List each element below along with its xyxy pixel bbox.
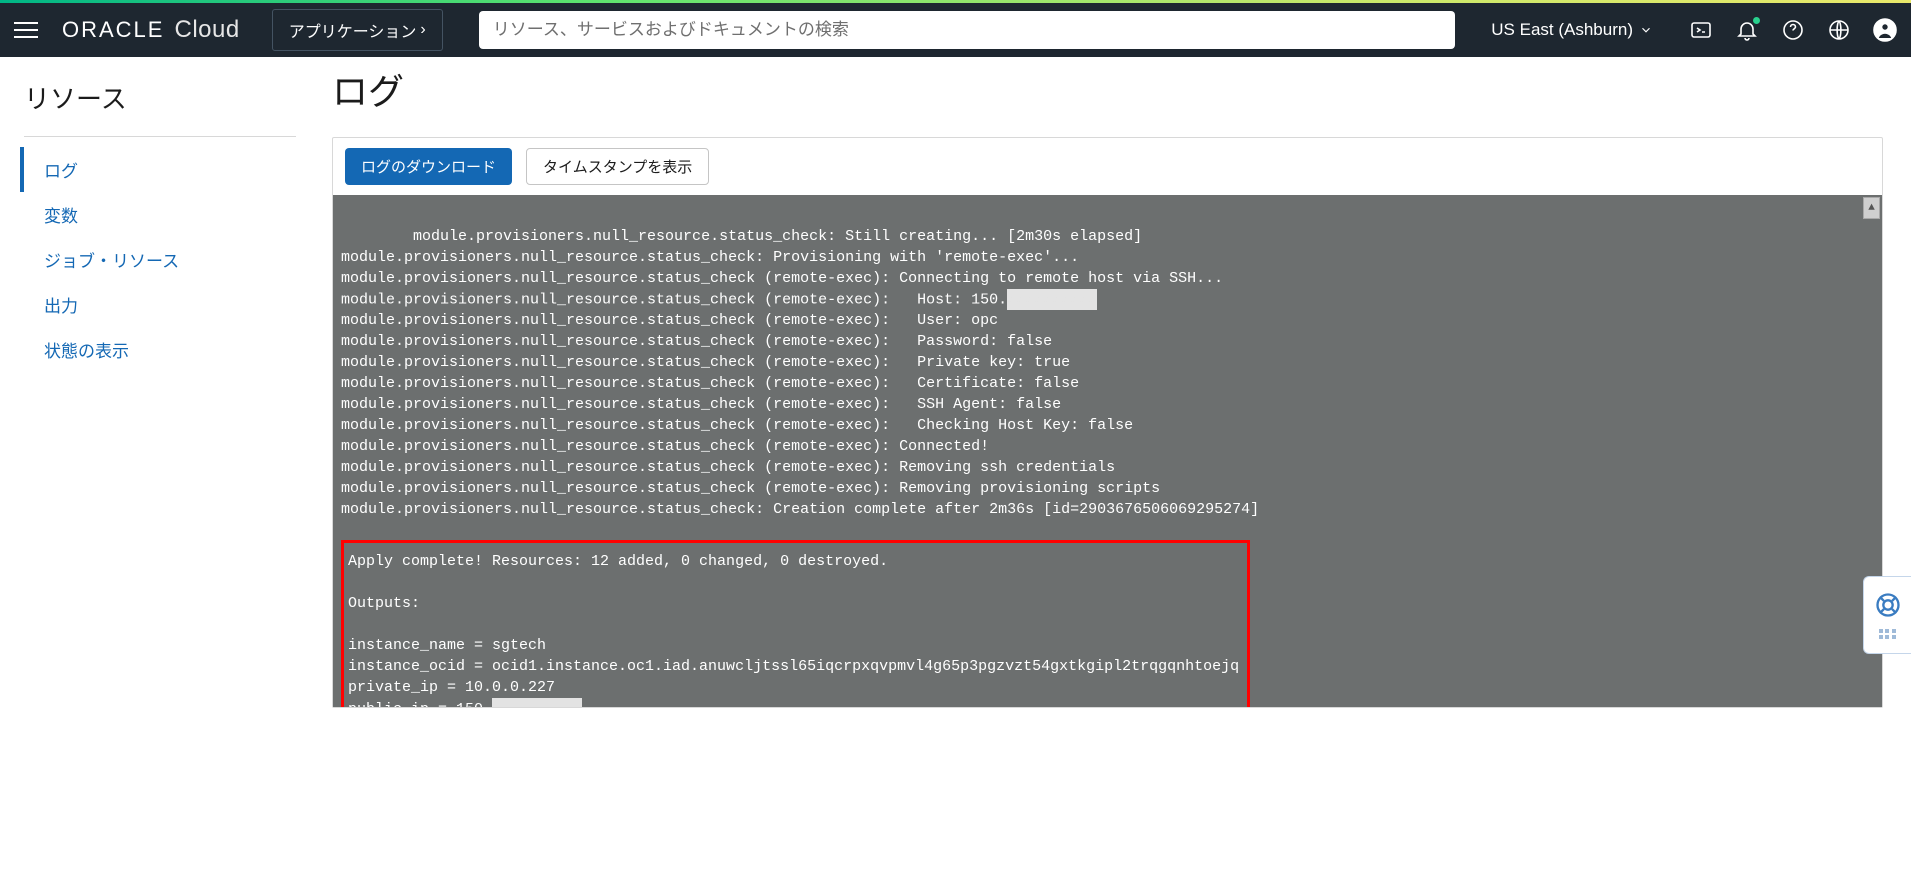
log-line: module.provisioners.null_resource.status… [341, 249, 1079, 266]
output-private-ip: private_ip = 10.0.0.227 [348, 679, 555, 696]
log-line: module.provisioners.null_resource.status… [341, 291, 1007, 308]
log-card: ログのダウンロード タイムスタンプを表示 ▲ module.provisioner… [332, 137, 1883, 708]
brand-text: ORACLE [62, 17, 164, 43]
sidebar-title: リソース [24, 79, 296, 116]
log-line: module.provisioners.null_resource.status… [341, 333, 1052, 350]
cloud-text: Cloud [174, 16, 239, 44]
log-line: module.provisioners.null_resource.status… [341, 438, 989, 455]
log-line: module.provisioners.null_resource.status… [341, 270, 1223, 287]
page-title: ログ [332, 63, 1883, 115]
search-input[interactable] [479, 11, 1456, 49]
outputs-highlight: Apply complete! Resources: 12 added, 0 c… [341, 540, 1250, 707]
sidebar-item-job-resources[interactable]: ジョブ・リソース [24, 237, 296, 282]
cloudshell-icon[interactable] [1689, 18, 1713, 42]
output-instance-name: instance_name = sgtech [348, 637, 546, 654]
profile-icon[interactable] [1873, 18, 1897, 42]
region-selector[interactable]: US East (Ashburn) [1491, 20, 1653, 40]
log-line: module.provisioners.null_resource.status… [341, 480, 1160, 497]
menu-icon[interactable] [14, 15, 44, 45]
log-line: module.provisioners.null_resource.status… [341, 501, 1259, 518]
log-toolbar: ログのダウンロード タイムスタンプを表示 [333, 138, 1882, 195]
lifebuoy-icon [1874, 591, 1902, 619]
sidebar: リソース ログ 変数 ジョブ・リソース 出力 状態の表示 [0, 57, 320, 874]
support-fab[interactable] [1863, 576, 1911, 654]
log-line: module.provisioners.null_resource.status… [341, 312, 998, 329]
apps-grid-icon [1879, 629, 1897, 639]
logo[interactable]: ORACLE Cloud [62, 16, 240, 44]
output-instance-ocid: instance_ocid = ocid1.instance.oc1.iad.a… [348, 658, 1239, 675]
log-line: module.provisioners.null_resource.status… [341, 417, 1133, 434]
sidebar-item-variables[interactable]: 変数 [24, 192, 296, 237]
globe-icon[interactable] [1827, 18, 1851, 42]
chevron-right-icon: › [420, 21, 425, 39]
redacted-ip: xxxxxxxxxx [1007, 289, 1097, 310]
sidebar-item-outputs[interactable]: 出力 [24, 282, 296, 327]
header: ORACLE Cloud アプリケーション › US East (Ashburn… [0, 3, 1911, 57]
applications-button[interactable]: アプリケーション › [272, 9, 443, 51]
show-timestamps-button[interactable]: タイムスタンプを表示 [526, 148, 709, 185]
outputs-label: Outputs: [348, 595, 420, 612]
apply-complete: Apply complete! Resources: 12 added, 0 c… [348, 553, 888, 570]
output-public-ip: public_ip = 150. [348, 701, 492, 707]
main: リソース ログ 変数 ジョブ・リソース 出力 状態の表示 ログ ログのダウンロー… [0, 57, 1911, 874]
log-line: module.provisioners.null_resource.status… [341, 459, 1115, 476]
sidebar-divider [24, 136, 296, 137]
scroll-up-icon[interactable]: ▲ [1863, 197, 1880, 219]
log-line: module.provisioners.null_resource.status… [341, 375, 1079, 392]
header-icons [1689, 18, 1897, 42]
sidebar-item-state[interactable]: 状態の表示 [24, 327, 296, 372]
redacted-ip: xxxxxxxxxx [492, 698, 582, 707]
search-wrap [479, 11, 1456, 49]
chevron-down-icon [1639, 23, 1653, 37]
log-line: module.provisioners.null_resource.status… [341, 396, 1061, 413]
region-label: US East (Ashburn) [1491, 20, 1633, 40]
notification-dot [1753, 17, 1760, 24]
content: ログ ログのダウンロード タイムスタンプを表示 ▲ module.provisio… [320, 57, 1911, 874]
help-icon[interactable] [1781, 18, 1805, 42]
bell-icon[interactable] [1735, 18, 1759, 42]
log-body[interactable]: ▲ module.provisioners.null_resource.statu… [333, 195, 1882, 707]
applications-label: アプリケーション [289, 18, 417, 42]
sidebar-item-log[interactable]: ログ [20, 147, 296, 192]
download-log-button[interactable]: ログのダウンロード [345, 148, 512, 185]
log-line: module.provisioners.null_resource.status… [341, 354, 1070, 371]
log-line: module.provisioners.null_resource.status… [413, 228, 1142, 245]
